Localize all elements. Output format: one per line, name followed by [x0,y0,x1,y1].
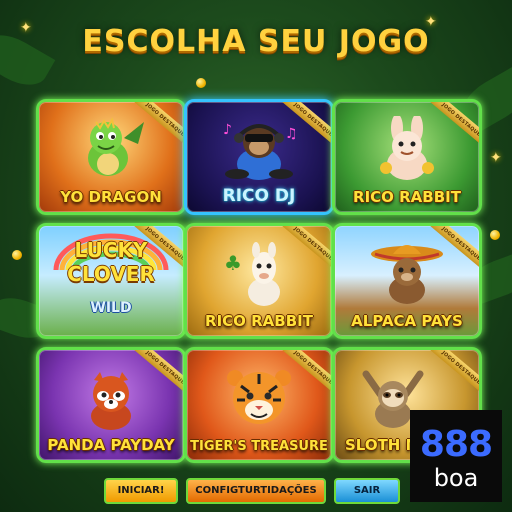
svg-text:♣: ♣ [224,251,242,275]
svg-text:♪: ♪ [223,122,232,138]
game-title: PANDA PAYDAY [47,436,175,454]
start-button[interactable]: INICIAR! [104,478,178,504]
brand-logo: 888 boa [410,410,502,502]
game-title: RICO DJ [222,186,296,206]
red-panda-icon [91,372,131,430]
game-title: ALPACA PAYS [351,312,463,330]
settings-button[interactable]: CONFIGTURTIDAÇÕES [186,478,326,504]
monkey-dj-icon: ♪ ♫ [223,122,298,180]
sparkle-icon: ✦ [490,150,502,166]
game-grid: JOGO DESTAQUE YO DRAGON ♪ ♫ JOGO DESTAQU… [30,95,482,463]
bear-sombrero-icon [371,245,443,304]
game-tile-alpaca-pays[interactable]: JOGO DESTAQUE ALPACA PAYS [332,223,482,339]
coin-icon [196,78,206,88]
game-title: RICO RABBIT [353,188,461,206]
exit-button[interactable]: SAIR [334,478,400,504]
brand-number: 888 [419,424,493,465]
game-tile-rico-rabbit-alpaca[interactable]: ♣ JOGO DESTAQUE RICO RABBIT [184,223,334,339]
game-tile-panda-payday[interactable]: JOGO DESTAQUE PANDA PAYDAY [36,347,186,463]
brand-name: boa [433,464,479,492]
game-title: RICO RABBIT [205,312,313,330]
clover-logo-wild: WILD [90,300,132,316]
game-title: TIGER'S TREASURE [190,439,328,454]
featured-ribbon: JOGO DESTAQUE [426,350,479,399]
svg-text:♫: ♫ [285,126,298,142]
game-tile-yo-dragon[interactable]: JOGO DESTAQUE YO DRAGON [36,99,186,215]
game-tile-tigers-treasure[interactable]: JOGO DESTAQUE TIGER'S TREASURE [184,347,334,463]
coin-icon [490,230,500,240]
game-tile-rico-rabbit[interactable]: JOGO DESTAQUE RICO RABBIT [332,99,482,215]
rabbit-icon [380,116,434,180]
tiger-icon [227,370,291,424]
game-title: YO DRAGON [60,188,162,206]
dragon-icon [88,117,144,176]
game-tile-lucky-clover[interactable]: LUCKY CLOVER WILD JOGO DESTAQUE [36,223,186,339]
coin-icon [12,250,22,260]
game-tile-rico-dj[interactable]: ♪ ♫ JOGO DESTAQUE RICO DJ [184,99,334,215]
alpaca-icon: ♣ [224,242,280,306]
page-title: ESCOLHA SEU JOGO [82,24,430,59]
